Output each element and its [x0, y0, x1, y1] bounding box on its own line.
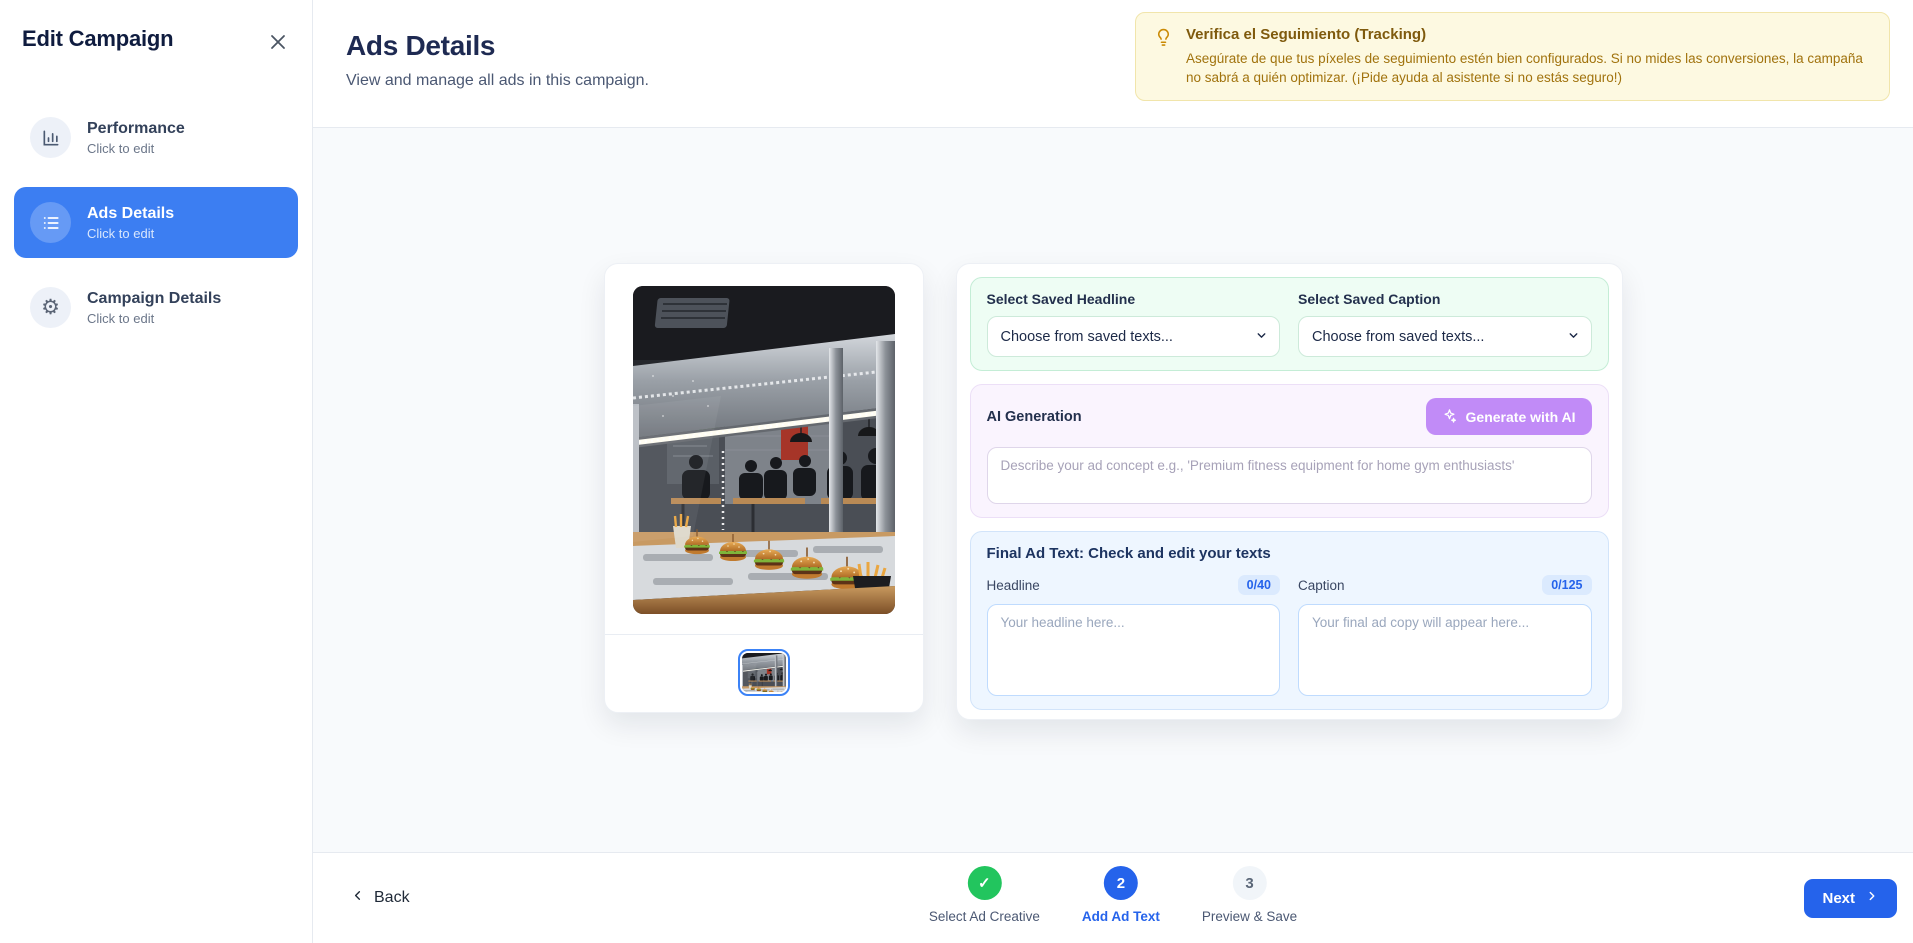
ai-generation-section: AI Generation Generate with AI [970, 384, 1609, 518]
wizard-stepper: ✓ Select Ad Creative 2 Add Ad Text 3 Pre… [929, 866, 1297, 924]
next-label: Next [1822, 890, 1855, 907]
tracking-alert: Verifica el Seguimiento (Tracking) Asegú… [1135, 12, 1890, 101]
sidebar-item-campaign-details[interactable]: ⚙ Campaign Details Click to edit [14, 272, 298, 343]
caption-label: Caption [1298, 578, 1345, 593]
chevron-right-icon [1865, 889, 1879, 907]
back-button[interactable]: Back [350, 888, 410, 908]
headline-label: Headline [987, 578, 1040, 593]
ad-text-panel: Select Saved Headline Choose from saved … [956, 263, 1623, 720]
ai-generation-label: AI Generation [987, 409, 1082, 425]
caption-input[interactable] [1298, 604, 1592, 696]
ad-creative-thumbnail-selected[interactable] [738, 649, 790, 696]
step-number: 2 [1104, 866, 1138, 900]
edit-campaign-sidebar: Edit Campaign Performance Click to edit … [0, 0, 313, 943]
caption-char-count: 0/125 [1542, 575, 1591, 595]
content-area: Select Saved Headline Choose from saved … [313, 128, 1913, 852]
alert-body: Asegúrate de que tus píxeles de seguimie… [1186, 49, 1871, 87]
sidebar-item-sub: Click to edit [87, 226, 174, 241]
ad-creative-card [604, 263, 924, 713]
page-header: Ads Details View and manage all ads in t… [313, 0, 1913, 128]
chevron-left-icon [350, 888, 365, 908]
step-label: Add Ad Text [1082, 909, 1160, 924]
wizard-footer: Back ✓ Select Ad Creative 2 Add Ad Text … [313, 852, 1913, 943]
step-label: Select Ad Creative [929, 909, 1040, 924]
generate-with-ai-label: Generate with AI [1466, 409, 1576, 425]
sidebar-item-ads-details[interactable]: Ads Details Click to edit [14, 187, 298, 258]
saved-headline-label: Select Saved Headline [987, 291, 1281, 307]
ai-concept-input[interactable] [987, 447, 1592, 504]
step-number: 3 [1233, 866, 1267, 900]
final-ad-text-section: Final Ad Text: Check and edit your texts… [970, 531, 1609, 710]
step-select-ad-creative[interactable]: ✓ Select Ad Creative [929, 866, 1040, 924]
saved-caption-select[interactable]: Choose from saved texts... [1298, 316, 1592, 357]
lightbulb-icon [1154, 28, 1173, 87]
page-subtitle: View and manage all ads in this campaign… [346, 72, 649, 90]
sidebar-item-performance[interactable]: Performance Click to edit [14, 102, 298, 173]
sidebar-item-sub: Click to edit [87, 141, 185, 156]
sidebar-title: Edit Campaign [22, 26, 173, 52]
headline-input[interactable] [987, 604, 1281, 696]
final-ad-text-title: Final Ad Text: Check and edit your texts [987, 545, 1592, 562]
sidebar-item-label: Performance [87, 120, 185, 138]
ad-creative-image [633, 286, 895, 614]
headline-char-count: 0/40 [1238, 575, 1280, 595]
list-icon [30, 202, 71, 243]
step-preview-save[interactable]: 3 Preview & Save [1202, 866, 1297, 924]
step-label: Preview & Save [1202, 909, 1297, 924]
close-icon[interactable] [266, 30, 290, 54]
sidebar-item-label: Ads Details [87, 205, 174, 223]
page-title: Ads Details [346, 30, 649, 62]
sparkles-icon [1442, 408, 1457, 426]
bar-chart-icon [30, 117, 71, 158]
main-area: Ads Details View and manage all ads in t… [313, 0, 1913, 943]
back-label: Back [374, 889, 410, 907]
next-button[interactable]: Next [1804, 879, 1897, 918]
check-icon: ✓ [967, 866, 1001, 900]
saved-texts-section: Select Saved Headline Choose from saved … [970, 277, 1609, 371]
step-add-ad-text[interactable]: 2 Add Ad Text [1082, 866, 1160, 924]
saved-headline-select[interactable]: Choose from saved texts... [987, 316, 1281, 357]
saved-caption-label: Select Saved Caption [1298, 291, 1592, 307]
gear-icon: ⚙ [30, 287, 71, 328]
sidebar-item-label: Campaign Details [87, 290, 221, 308]
sidebar-item-sub: Click to edit [87, 311, 221, 326]
thumbnail-strip [605, 634, 923, 712]
generate-with-ai-button[interactable]: Generate with AI [1426, 398, 1592, 435]
alert-title: Verifica el Seguimiento (Tracking) [1186, 26, 1871, 43]
